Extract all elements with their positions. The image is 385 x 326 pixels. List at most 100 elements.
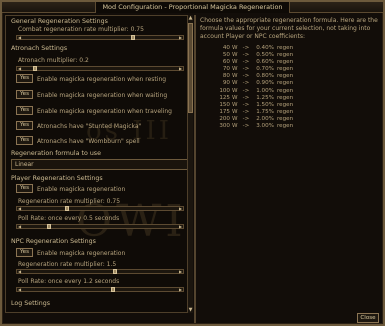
slider-thumb[interactable] bbox=[111, 287, 115, 292]
player-poll-slider[interactable]: ◀ ▶ bbox=[16, 224, 184, 229]
row-percent: 0.40% bbox=[256, 45, 274, 51]
npc-poll-label: Poll Rate: once every 1.2 seconds bbox=[18, 278, 120, 285]
formula-heading: Regeneration formula to use bbox=[11, 150, 101, 157]
row-word: regen bbox=[277, 52, 294, 59]
slider-left-arrow-icon[interactable]: ◀ bbox=[17, 287, 22, 292]
row-percent: 1.75% bbox=[256, 108, 274, 115]
toggle-waiting-button[interactable]: Yes bbox=[16, 90, 33, 99]
row-weight: 100 bbox=[219, 87, 230, 94]
row-arrow: -> bbox=[242, 59, 250, 66]
stunted-magicka-option-label: Atronachs have "Stunted Magicka" bbox=[37, 123, 142, 130]
window-title: Mod Configuration - Proportional Magicka… bbox=[95, 2, 290, 13]
info-panel: Choose the appropriate regeneration form… bbox=[198, 15, 383, 313]
scroll-up-arrow-icon[interactable]: ▲ bbox=[188, 15, 193, 21]
log-settings-heading: Log Settings bbox=[11, 300, 51, 307]
row-percent: 3.00% bbox=[256, 123, 274, 130]
table-row: 60 W -> 0.60% regen bbox=[208, 59, 328, 66]
row-arrow: -> bbox=[242, 87, 250, 94]
slider-thumb[interactable] bbox=[47, 224, 51, 229]
slider-right-arrow-icon[interactable]: ▶ bbox=[178, 269, 183, 274]
table-row: 50 W -> 0.50% regen bbox=[208, 52, 328, 59]
traveling-option-label: Enable magicka regeneration when traveli… bbox=[37, 108, 172, 115]
row-percent: 0.80% bbox=[256, 73, 274, 80]
slider-left-arrow-icon[interactable]: ◀ bbox=[17, 35, 22, 40]
formula-description: Choose the appropriate regeneration form… bbox=[200, 17, 378, 41]
general-settings-heading: General Regeneration Settings bbox=[11, 18, 108, 25]
toggle-traveling-button[interactable]: Yes bbox=[16, 106, 33, 115]
slider-right-arrow-icon[interactable]: ▶ bbox=[178, 287, 183, 292]
slider-left-arrow-icon[interactable]: ◀ bbox=[17, 224, 22, 229]
slider-thumb[interactable] bbox=[65, 206, 69, 211]
settings-panel: os III OWIN General Regeneration Setting… bbox=[5, 15, 193, 313]
table-row: 175 W -> 1.75% regen bbox=[208, 109, 328, 116]
player-poll-label: Poll Rate: once every 0.5 seconds bbox=[18, 215, 120, 222]
table-row: 200 W -> 2.00% regen bbox=[208, 116, 328, 123]
row-arrow: -> bbox=[242, 123, 250, 130]
row-weight: 90 bbox=[222, 80, 230, 87]
mod-config-window: Mod Configuration - Proportional Magicka… bbox=[0, 0, 385, 326]
scroll-down-arrow-icon[interactable]: ▼ bbox=[188, 307, 193, 313]
slider-right-arrow-icon[interactable]: ▶ bbox=[178, 35, 183, 40]
row-percent: 0.50% bbox=[256, 52, 274, 59]
row-unit: W bbox=[232, 123, 238, 130]
combat-multiplier-label: Combat regeneration rate multiplier: 0.7… bbox=[18, 26, 144, 33]
player-enable-button[interactable]: Yes bbox=[16, 184, 33, 193]
settings-scrollbar[interactable]: ▲ ▼ bbox=[187, 15, 193, 313]
row-weight: 175 bbox=[219, 108, 230, 115]
table-row: 150 W -> 1.50% regen bbox=[208, 102, 328, 109]
slider-right-arrow-icon[interactable]: ▶ bbox=[178, 206, 183, 211]
panel-divider bbox=[194, 15, 196, 323]
row-arrow: -> bbox=[242, 94, 250, 101]
atronach-multiplier-label: Atronach multiplier: 0.2 bbox=[18, 57, 89, 64]
scrollbar-thumb[interactable] bbox=[188, 23, 193, 113]
close-button[interactable]: Close bbox=[357, 313, 379, 323]
npc-rate-slider[interactable]: ◀ ▶ bbox=[16, 269, 184, 274]
slider-thumb[interactable] bbox=[33, 66, 37, 71]
combat-multiplier-slider[interactable]: ◀ ▶ bbox=[16, 35, 184, 40]
row-arrow: -> bbox=[242, 115, 250, 122]
player-rate-label: Regeneration rate multiplier: 0.75 bbox=[18, 198, 121, 205]
row-word: regen bbox=[277, 94, 294, 101]
row-percent: 1.00% bbox=[256, 87, 274, 94]
row-weight: 150 bbox=[219, 101, 230, 108]
row-arrow: -> bbox=[242, 101, 250, 108]
wombburn-option-label: Atronachs have "Wombburn" spell bbox=[37, 138, 140, 145]
row-percent: 0.70% bbox=[256, 66, 274, 73]
row-word: regen bbox=[277, 45, 294, 51]
row-percent: 0.60% bbox=[256, 59, 274, 66]
row-unit: W bbox=[232, 73, 238, 80]
slider-left-arrow-icon[interactable]: ◀ bbox=[17, 66, 22, 71]
npc-enable-label: Enable magicka regeneration bbox=[37, 250, 126, 257]
resting-option-label: Enable magicka regeneration when resting bbox=[37, 76, 167, 83]
row-weight: 125 bbox=[219, 94, 230, 101]
row-unit: W bbox=[232, 101, 238, 108]
slider-right-arrow-icon[interactable]: ▶ bbox=[178, 66, 183, 71]
table-row: 90 W -> 0.90% regen bbox=[208, 80, 328, 87]
row-word: regen bbox=[277, 80, 294, 87]
table-row: 80 W -> 0.80% regen bbox=[208, 73, 328, 80]
row-word: regen bbox=[277, 73, 294, 80]
row-word: regen bbox=[277, 101, 294, 108]
row-arrow: -> bbox=[242, 66, 250, 73]
row-word: regen bbox=[277, 59, 294, 66]
row-weight: 300 bbox=[219, 123, 230, 130]
slider-left-arrow-icon[interactable]: ◀ bbox=[17, 206, 22, 211]
row-arrow: -> bbox=[242, 73, 250, 80]
npc-enable-button[interactable]: Yes bbox=[16, 248, 33, 257]
slider-left-arrow-icon[interactable]: ◀ bbox=[17, 269, 22, 274]
toggle-stunted-magicka-button[interactable]: Yes bbox=[16, 121, 33, 130]
slider-thumb[interactable] bbox=[113, 269, 117, 274]
player-rate-slider[interactable]: ◀ ▶ bbox=[16, 206, 184, 211]
toggle-wombburn-button[interactable]: Yes bbox=[16, 136, 33, 145]
formula-values-table: 40 W -> 0.40% regen 50 W -> 0.50% regen 60 W -> 0.60%… bbox=[208, 45, 328, 130]
row-arrow: -> bbox=[242, 45, 250, 51]
atronach-multiplier-slider[interactable]: ◀ ▶ bbox=[16, 66, 184, 71]
toggle-resting-button[interactable]: Yes bbox=[16, 74, 33, 83]
slider-right-arrow-icon[interactable]: ▶ bbox=[178, 224, 183, 229]
formula-select[interactable]: Linear bbox=[11, 159, 189, 170]
row-arrow: -> bbox=[242, 52, 250, 59]
slider-thumb[interactable] bbox=[131, 35, 135, 40]
npc-poll-slider[interactable]: ◀ ▶ bbox=[16, 287, 184, 292]
row-weight: 60 bbox=[222, 59, 230, 66]
row-unit: W bbox=[232, 115, 238, 122]
